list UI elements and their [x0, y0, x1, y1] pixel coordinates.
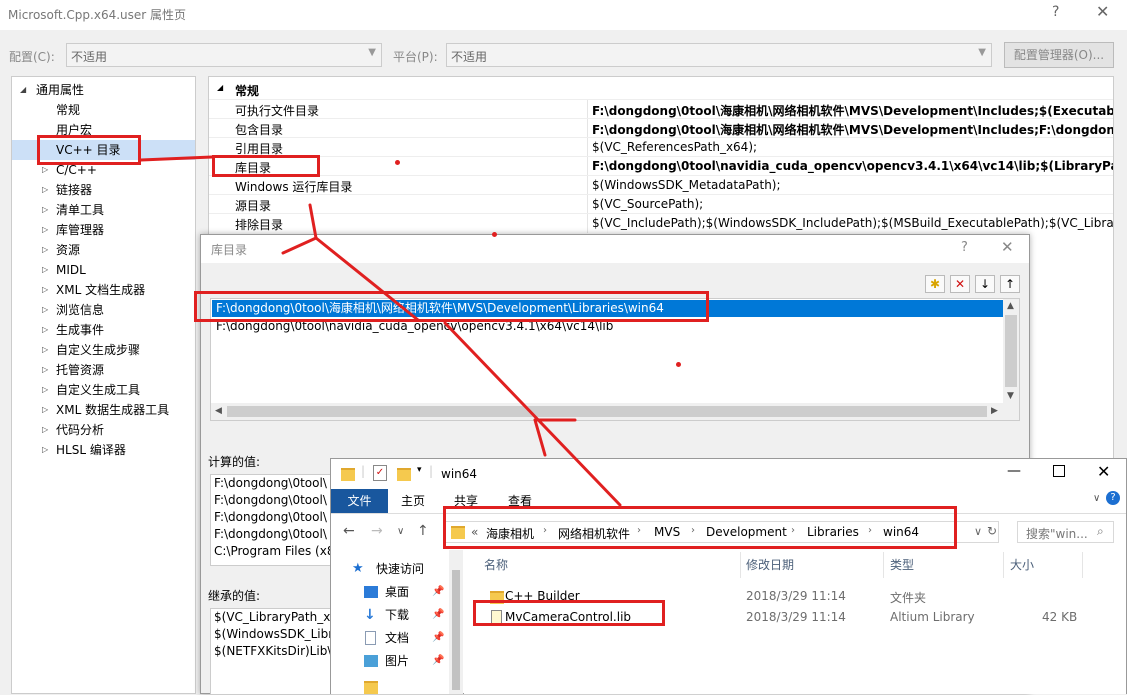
- annotation-arrows: [139, 155, 622, 507]
